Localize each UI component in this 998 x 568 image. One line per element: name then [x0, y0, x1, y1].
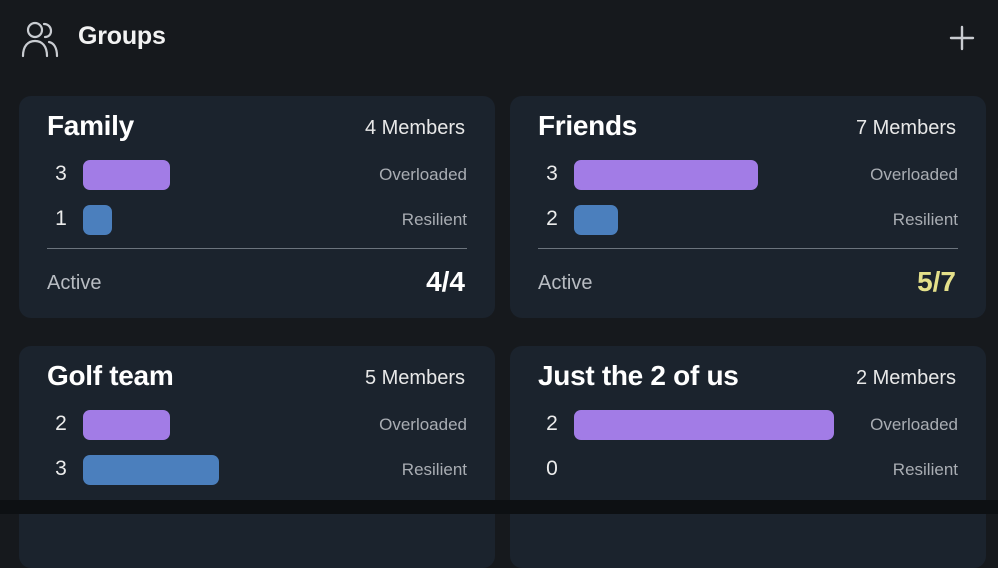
- resilient-bar: [83, 455, 219, 485]
- resilient-row: 1 Resilient: [47, 205, 467, 235]
- overloaded-label: Overloaded: [379, 415, 467, 434]
- overloaded-count: 3: [55, 162, 67, 185]
- active-label: Active: [47, 272, 102, 294]
- active-label: Active: [538, 272, 593, 294]
- overloaded-row: 2 Overloaded: [47, 410, 467, 440]
- overloaded-row: 2 Overloaded: [538, 410, 958, 440]
- resilient-count: 0: [546, 457, 558, 480]
- resilient-label: Resilient: [892, 210, 958, 229]
- resilient-row: 3 Resilient: [47, 455, 467, 485]
- resilient-count: 3: [55, 457, 67, 480]
- resilient-row: 2 Resilient: [538, 205, 958, 235]
- overloaded-count: 2: [55, 412, 67, 435]
- resilient-row: 0 Resilient: [538, 455, 958, 485]
- overloaded-label: Overloaded: [379, 165, 467, 184]
- overloaded-bar: [83, 160, 170, 190]
- group-name: Family: [47, 110, 134, 141]
- add-group-button[interactable]: [946, 22, 978, 54]
- resilient-count: 2: [546, 207, 558, 230]
- group-name: Friends: [538, 110, 638, 141]
- resilient-count: 1: [55, 207, 67, 230]
- resilient-bar: [83, 205, 112, 235]
- bottom-edge: [0, 500, 998, 514]
- resilient-label: Resilient: [892, 460, 958, 479]
- member-count: 5 Members: [364, 367, 465, 389]
- group-card-friends[interactable]: Friends 7 Members 3 Overloaded 2 Resilie…: [510, 96, 986, 318]
- active-value: 4/4: [426, 266, 465, 297]
- overloaded-row: 3 Overloaded: [47, 160, 467, 190]
- users-icon: [21, 21, 59, 58]
- overloaded-label: Overloaded: [870, 165, 958, 184]
- resilient-label: Resilient: [401, 210, 467, 229]
- overloaded-bar: [574, 160, 758, 190]
- member-count: 4 Members: [364, 117, 465, 139]
- group-name: Just the 2 of us: [538, 360, 739, 391]
- overloaded-bar: [574, 410, 834, 440]
- overloaded-label: Overloaded: [870, 415, 958, 434]
- overloaded-bar: [83, 410, 170, 440]
- groups-header: Groups: [0, 0, 998, 78]
- group-name: Golf team: [47, 360, 174, 391]
- overloaded-count: 3: [546, 162, 558, 185]
- active-value: 5/7: [917, 266, 956, 297]
- divider: [47, 248, 467, 249]
- group-card-just-the-2-of-us[interactable]: Just the 2 of us 2 Members 2 Overloaded …: [510, 346, 986, 568]
- page-title: Groups: [78, 22, 166, 50]
- resilient-bar: [574, 205, 618, 235]
- member-count: 7 Members: [855, 117, 956, 139]
- divider: [538, 248, 958, 249]
- member-count: 2 Members: [855, 367, 956, 389]
- overloaded-count: 2: [546, 412, 558, 435]
- group-card-golf-team[interactable]: Golf team 5 Members 2 Overloaded 3 Resil…: [19, 346, 495, 568]
- group-card-family[interactable]: Family 4 Members 3 Overloaded 1 Resilien…: [19, 96, 495, 318]
- resilient-label: Resilient: [401, 460, 467, 479]
- overloaded-row: 3 Overloaded: [538, 160, 958, 190]
